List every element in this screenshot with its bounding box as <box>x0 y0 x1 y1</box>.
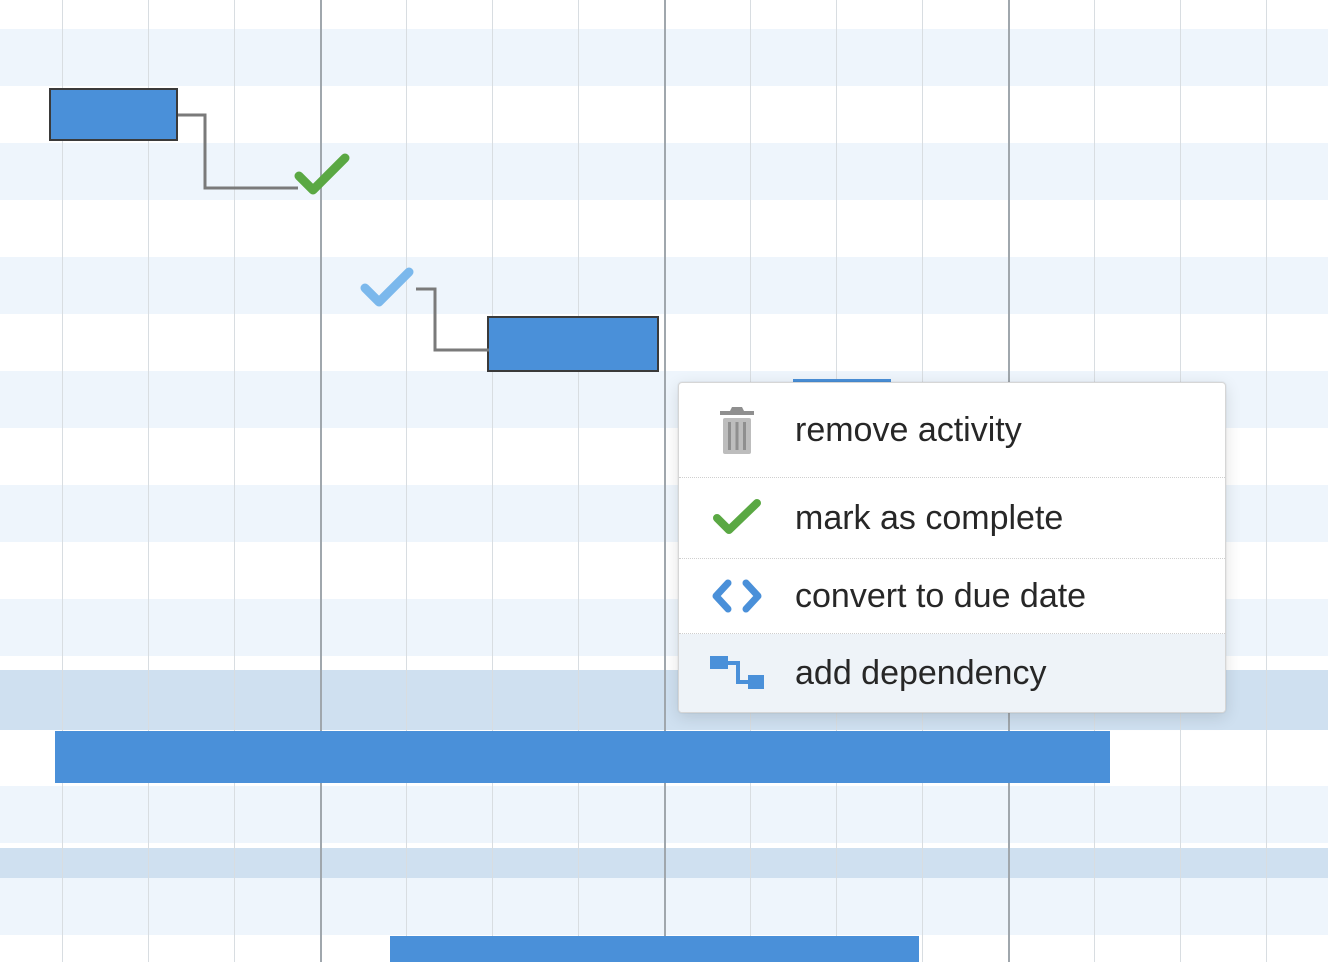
trash-icon <box>707 403 767 457</box>
context-menu: remove activity mark as complete convert… <box>678 382 1226 713</box>
milestone-open-icon[interactable] <box>359 266 415 312</box>
menu-item-label: add dependency <box>795 656 1197 690</box>
menu-item-convert-due-date[interactable]: convert to due date <box>679 559 1225 634</box>
menu-item-label: convert to due date <box>795 579 1197 613</box>
menu-item-mark-complete[interactable]: mark as complete <box>679 478 1225 559</box>
menu-item-label: remove activity <box>795 413 1197 447</box>
menu-item-label: mark as complete <box>795 501 1197 535</box>
check-icon <box>707 498 767 538</box>
menu-item-remove-activity[interactable]: remove activity <box>679 383 1225 478</box>
gantt-chart-area[interactable]: remove activity mark as complete convert… <box>0 0 1328 962</box>
angle-brackets-icon <box>707 579 767 613</box>
menu-item-add-dependency[interactable]: add dependency <box>679 634 1225 712</box>
milestone-complete-icon[interactable] <box>293 150 351 200</box>
dependency-icon <box>707 654 767 692</box>
